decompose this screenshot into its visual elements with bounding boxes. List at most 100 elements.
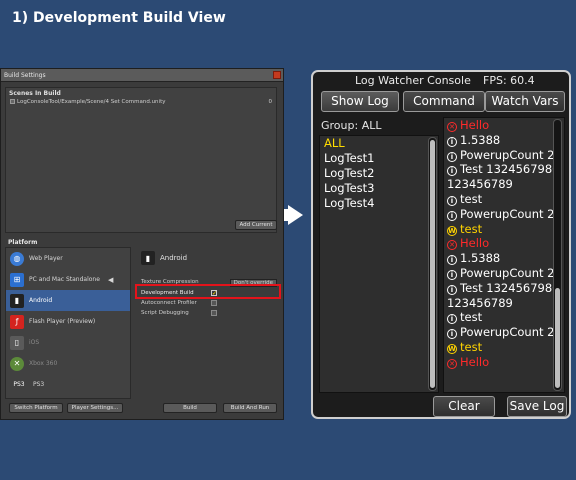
- player-settings-button[interactable]: Player Settings...: [67, 403, 123, 413]
- log-entry[interactable]: i test: [444, 192, 564, 207]
- group-scrollbar[interactable]: [428, 137, 437, 391]
- scenes-header: Scenes In Build: [9, 90, 61, 97]
- log-entry[interactable]: ✕ Hello: [444, 118, 564, 133]
- info-icon: i: [447, 210, 457, 221]
- watch-vars-button[interactable]: Watch Vars: [485, 91, 565, 112]
- platform-item-web-player[interactable]: ◍ Web Player: [6, 248, 130, 269]
- log-entry[interactable]: i PowerupCount 23: [444, 148, 564, 163]
- log-scrollbar-thumb[interactable]: [555, 288, 560, 388]
- platform-item-android[interactable]: ▮ Android: [6, 290, 130, 311]
- build-settings-titlebar: Build Settings: [1, 69, 283, 82]
- platform-label-xbox: Xbox 360: [29, 360, 58, 367]
- log-entry[interactable]: Wtest: [444, 340, 564, 355]
- log-text: PowerupCount 23: [460, 147, 562, 162]
- platform-item-ios[interactable]: ▯ iOS: [6, 332, 130, 353]
- platform-details: ▮ Android Texture Compression Don't over…: [141, 247, 281, 397]
- log-entry[interactable]: i 1.5388: [444, 133, 564, 148]
- script-debugging-label: Script Debugging: [141, 310, 189, 316]
- info-icon: i: [447, 151, 457, 162]
- log-text: test: [460, 339, 483, 354]
- ios-icon: ▯: [10, 335, 24, 350]
- log-entry[interactable]: i 1.5388: [444, 251, 564, 266]
- info-icon: i: [447, 166, 457, 177]
- xbox-icon: ✕: [10, 356, 24, 371]
- platform-item-flash[interactable]: ƒ Flash Player (Preview): [6, 311, 130, 332]
- script-debugging-checkbox[interactable]: [211, 310, 217, 316]
- scenes-in-build-panel: Scenes In Build LogConsoleTool/Example/S…: [5, 87, 277, 233]
- error-icon: ✕: [447, 240, 457, 251]
- scene-checkbox[interactable]: [10, 99, 15, 104]
- log-entry[interactable]: i test: [444, 310, 564, 325]
- autoconnect-profiler-row: Autoconnect Profiler: [141, 300, 277, 306]
- log-watcher-console: Log Watcher Console FPS: 60.4 Show Log C…: [311, 70, 571, 419]
- platform-label-flash: Flash Player (Preview): [29, 318, 96, 325]
- build-settings-window: Build Settings Scenes In Build LogConsol…: [0, 68, 284, 420]
- autoconnect-profiler-checkbox[interactable]: [211, 300, 217, 306]
- info-icon: i: [447, 329, 457, 340]
- switch-platform-button[interactable]: Switch Platform: [9, 403, 63, 413]
- info-icon: i: [447, 136, 457, 147]
- log-entry[interactable]: i Test 1324567980123456789: [444, 281, 564, 311]
- scene-index: 0: [268, 99, 273, 105]
- save-log-button[interactable]: Save Log: [507, 396, 567, 417]
- platform-item-xbox[interactable]: ✕ Xbox 360: [6, 353, 130, 374]
- log-entry[interactable]: ✕ Hello: [444, 355, 564, 370]
- log-entry[interactable]: i PowerupCount 23: [444, 266, 564, 281]
- platform-label-web-player: Web Player: [29, 255, 63, 262]
- log-scrollbar[interactable]: [553, 119, 562, 391]
- group-item-logtest1[interactable]: LogTest1: [320, 151, 438, 166]
- platform-list: ◍ Web Player ⊞ PC and Mac Standalone ◀ ▮…: [5, 247, 131, 399]
- android-icon: ▮: [10, 293, 24, 308]
- show-log-button[interactable]: Show Log: [321, 91, 399, 112]
- log-text: test: [460, 191, 483, 206]
- add-current-button[interactable]: Add Current: [235, 220, 277, 230]
- group-item-all[interactable]: ALL: [320, 136, 438, 151]
- log-entry[interactable]: i PowerupCount 23: [444, 325, 564, 340]
- scene-row[interactable]: LogConsoleTool/Example/Scene/4 Set Comma…: [6, 99, 276, 105]
- group-scrollbar-thumb[interactable]: [430, 140, 435, 388]
- platform-label-ios: iOS: [29, 339, 40, 346]
- info-icon: i: [447, 314, 457, 325]
- log-text: PowerupCount 23: [460, 325, 562, 340]
- development-build-highlight: [135, 284, 281, 299]
- info-icon: i: [447, 284, 457, 295]
- log-list: ✕ Hello i 1.5388 i PowerupCount 23 i Test 13…: [443, 117, 565, 393]
- unity-logo-icon: ◀: [107, 275, 114, 284]
- platform-label-standalone: PC and Mac Standalone: [29, 276, 100, 283]
- group-label: Group: ALL: [321, 119, 382, 132]
- group-item-logtest2[interactable]: LogTest2: [320, 166, 438, 181]
- close-icon[interactable]: [273, 71, 281, 79]
- build-and-run-button[interactable]: Build And Run: [223, 403, 277, 413]
- error-icon: ✕: [447, 122, 457, 132]
- details-header: ▮ Android: [141, 251, 281, 265]
- autoconnect-profiler-label: Autoconnect Profiler: [141, 300, 197, 306]
- build-button[interactable]: Build: [163, 403, 217, 413]
- android-icon: ▮: [141, 251, 155, 265]
- group-item-logtest3[interactable]: LogTest3: [320, 181, 438, 196]
- script-debugging-row: Script Debugging: [141, 310, 277, 316]
- log-text: PowerupCount 23: [460, 206, 562, 221]
- log-text: 1.5388: [460, 251, 501, 266]
- log-text: Hello: [460, 354, 490, 369]
- log-entry[interactable]: i Test 1324567980123456789: [444, 162, 564, 192]
- warning-icon: W: [447, 343, 457, 354]
- fps-readout: FPS: 60.4: [483, 74, 535, 87]
- log-text: Hello: [460, 236, 490, 251]
- selected-platform-name: Android: [160, 254, 188, 262]
- flash-icon: ƒ: [10, 314, 24, 329]
- log-text: PowerupCount 23: [460, 265, 562, 280]
- log-text: Test 1324567980123456789: [447, 280, 560, 310]
- scene-path: LogConsoleTool/Example/Scene/4 Set Comma…: [17, 99, 166, 105]
- log-entry[interactable]: i PowerupCount 23: [444, 207, 564, 222]
- log-entry[interactable]: ✕ Hello: [444, 236, 564, 251]
- platform-item-standalone[interactable]: ⊞ PC and Mac Standalone ◀: [6, 269, 130, 290]
- clear-button[interactable]: Clear: [433, 396, 495, 417]
- warning-icon: W: [447, 225, 457, 236]
- log-text: Hello: [460, 118, 490, 132]
- platform-label-ps3: PS3: [33, 381, 45, 388]
- group-item-logtest4[interactable]: LogTest4: [320, 196, 438, 211]
- log-entry[interactable]: Wtest: [444, 222, 564, 237]
- command-button[interactable]: Command: [403, 91, 485, 112]
- platform-label-android: Android: [29, 297, 53, 304]
- platform-item-ps3[interactable]: PS3 PS3: [6, 374, 130, 395]
